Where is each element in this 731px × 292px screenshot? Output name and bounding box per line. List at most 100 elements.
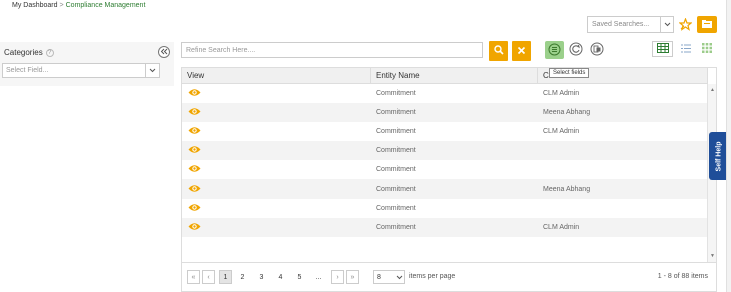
eye-icon[interactable] bbox=[188, 164, 201, 175]
view-cell bbox=[182, 122, 371, 141]
column-header-view[interactable]: View bbox=[182, 68, 371, 83]
eye-icon[interactable] bbox=[188, 203, 201, 214]
table-row: Commitment CLM Admin bbox=[182, 84, 708, 103]
table-row: Commitment bbox=[182, 141, 708, 161]
close-icon bbox=[517, 46, 526, 57]
items-per-page-select[interactable]: 8 bbox=[373, 270, 405, 284]
user-cell: Meena Abhang bbox=[543, 185, 591, 193]
entity-name-cell: Commitment bbox=[376, 223, 416, 231]
table-row: Commitment bbox=[182, 199, 708, 218]
page-number-button[interactable]: 4 bbox=[274, 270, 287, 284]
view-cell bbox=[182, 84, 371, 103]
search-button[interactable] bbox=[489, 41, 508, 61]
double-chevron-left-icon bbox=[160, 48, 168, 57]
help-icon[interactable]: ? bbox=[45, 48, 54, 57]
refine-search-input[interactable]: Refine Search Here.... bbox=[181, 42, 483, 58]
select-fields-tooltip: Select fields bbox=[549, 68, 590, 78]
grid-view-icon bbox=[656, 43, 669, 55]
scroll-up-icon[interactable]: ▲ bbox=[708, 86, 716, 94]
breadcrumb: My Dashboard > Compliance Management bbox=[12, 2, 145, 9]
user-cell bbox=[538, 199, 708, 218]
eye-icon[interactable] bbox=[188, 184, 201, 195]
tile-view-button[interactable] bbox=[699, 41, 715, 57]
folder-icon bbox=[701, 19, 713, 31]
breadcrumb-separator: > bbox=[59, 2, 64, 9]
star-icon[interactable] bbox=[678, 17, 692, 32]
breadcrumb-home[interactable]: My Dashboard bbox=[12, 2, 58, 9]
view-cell bbox=[182, 179, 371, 198]
table-row: Commitment Meena Abhang bbox=[182, 103, 708, 123]
grid-header: View Entity Name C bbox=[182, 68, 708, 84]
search-icon bbox=[493, 45, 504, 57]
eye-icon[interactable] bbox=[188, 145, 201, 156]
select-fields-button[interactable] bbox=[545, 41, 564, 59]
user-cell bbox=[538, 141, 708, 160]
column-header-entity-name[interactable]: Entity Name bbox=[371, 68, 538, 83]
view-cell bbox=[182, 199, 371, 218]
entity-name-cell: Commitment bbox=[376, 185, 416, 193]
view-cell bbox=[182, 141, 371, 160]
eye-icon[interactable] bbox=[188, 126, 201, 137]
columns-icon bbox=[548, 43, 561, 58]
page-number-button[interactable]: 5 bbox=[293, 270, 306, 284]
user-cell bbox=[538, 160, 708, 179]
user-cell: CLM Admin bbox=[543, 128, 580, 136]
sidebar: Categories ? Select Field... bbox=[0, 42, 174, 86]
items-per-page-value: 8 bbox=[377, 273, 381, 281]
refresh-button[interactable] bbox=[568, 42, 583, 57]
chevron-down-icon bbox=[145, 64, 159, 77]
eye-icon[interactable] bbox=[188, 107, 201, 118]
grid-view-button[interactable] bbox=[652, 41, 673, 57]
scroll-down-icon[interactable]: ▼ bbox=[708, 252, 716, 260]
clear-search-button[interactable] bbox=[512, 41, 531, 61]
folder-button[interactable] bbox=[697, 16, 717, 33]
list-view-icon bbox=[681, 44, 691, 55]
table-row: Commitment bbox=[182, 160, 708, 179]
entity-name-cell: Commitment bbox=[376, 166, 416, 174]
table-row: Commitment CLM Admin bbox=[182, 217, 708, 237]
entity-name-cell: Commitment bbox=[376, 109, 416, 117]
results-grid: View Entity Name C Commitment CLM Admin Co… bbox=[181, 67, 717, 263]
saved-searches-dropdown[interactable]: Saved Searches... bbox=[587, 16, 674, 33]
eye-icon[interactable] bbox=[188, 222, 201, 233]
select-field-placeholder: Select Field... bbox=[6, 67, 49, 74]
user-cell: CLM Admin bbox=[543, 90, 580, 98]
entity-name-cell: Commitment bbox=[376, 204, 416, 212]
window-edge bbox=[726, 0, 731, 292]
refresh-icon bbox=[569, 42, 583, 58]
tile-view-icon bbox=[702, 43, 712, 55]
table-row: Commitment Meena Abhang bbox=[182, 179, 708, 199]
entity-name-cell: Commitment bbox=[376, 147, 416, 155]
eye-icon[interactable] bbox=[188, 88, 201, 99]
search-placeholder: Refine Search Here.... bbox=[186, 46, 256, 54]
page-number-button[interactable]: 2 bbox=[236, 270, 249, 284]
pager: « ‹ 1 2 3 4 5... › » 8 items per page 1 - 8 … bbox=[181, 263, 717, 292]
items-per-page-label: items per page bbox=[409, 273, 456, 280]
saved-searches-placeholder: Saved Searches... bbox=[592, 21, 650, 28]
list-view-button[interactable] bbox=[678, 41, 694, 57]
breadcrumb-current[interactable]: Compliance Management bbox=[66, 2, 146, 9]
user-cell: Meena Abhang bbox=[543, 109, 591, 117]
categories-label: Categories bbox=[4, 48, 43, 57]
self-help-label: Self Help bbox=[715, 141, 723, 171]
collapse-sidebar-button[interactable] bbox=[158, 46, 170, 58]
items-count: 1 - 8 of 88 items bbox=[657, 273, 708, 280]
category-field-select[interactable]: Select Field... bbox=[2, 63, 160, 78]
grid-rows: Commitment CLM Admin Commitment Meena Abhan… bbox=[182, 84, 708, 237]
export-icon bbox=[590, 42, 604, 58]
export-button[interactable] bbox=[589, 42, 604, 57]
chevron-down-icon bbox=[660, 17, 673, 32]
page-number-button[interactable]: 3 bbox=[255, 270, 268, 284]
view-cell bbox=[182, 103, 371, 122]
first-page-button[interactable]: « bbox=[187, 270, 200, 284]
table-row: Commitment CLM Admin bbox=[182, 122, 708, 141]
entity-name-cell: Commitment bbox=[376, 90, 416, 98]
page-number-button[interactable]: ... bbox=[312, 270, 325, 284]
next-page-button[interactable]: › bbox=[331, 270, 344, 284]
prev-page-button[interactable]: ‹ bbox=[202, 270, 215, 284]
last-page-button[interactable]: » bbox=[346, 270, 359, 284]
entity-name-cell: Commitment bbox=[376, 128, 416, 136]
view-cell bbox=[182, 160, 371, 179]
page-number-button[interactable]: 1 bbox=[219, 270, 232, 284]
view-cell bbox=[182, 218, 371, 237]
